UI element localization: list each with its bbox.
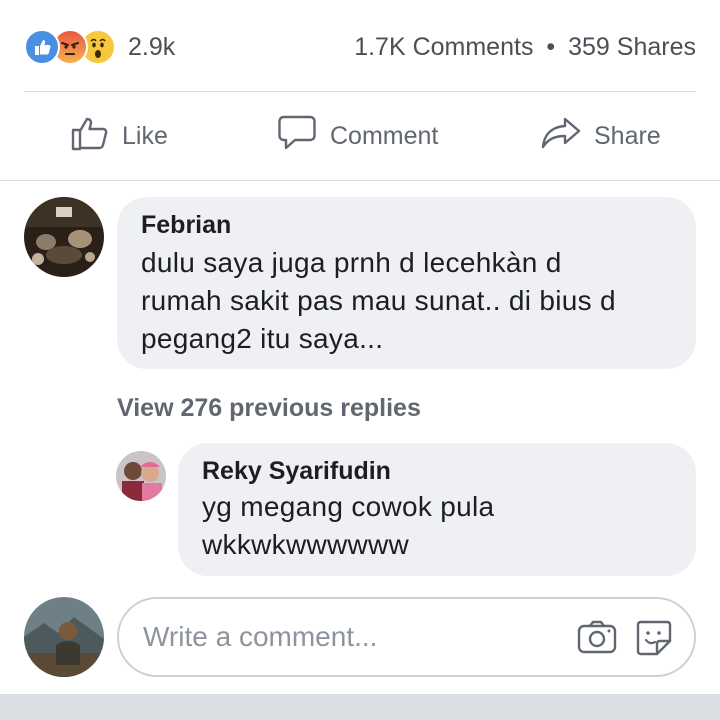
post-stats-bar: 2.9k 1.7K Comments • 359 Shares (0, 0, 720, 92)
sticker-icon[interactable] (635, 619, 673, 662)
separator-dot: • (546, 33, 556, 61)
thumbs-up-icon (70, 113, 122, 160)
comment-bubble-icon (276, 113, 330, 160)
post-action-bar: Like Comment Share (0, 92, 720, 180)
avatar[interactable] (24, 197, 104, 277)
share-button[interactable]: Share (540, 116, 661, 156)
reply-bubble: Reky Syarifudin yg megang cowok pula wkk… (178, 443, 696, 576)
like-reaction-icon (24, 29, 60, 65)
comment-input-placeholder: Write a comment... (143, 621, 378, 652)
share-count[interactable]: 359 Shares (568, 33, 696, 61)
comment-bubble: Febrian dulu saya juga prnh d lecehkàn d… (117, 197, 696, 369)
like-button[interactable]: Like (70, 116, 168, 156)
share-arrow-icon (540, 113, 594, 160)
bottom-separator (0, 694, 720, 720)
comment-button[interactable]: Comment (276, 115, 439, 156)
comment-label: Comment (330, 121, 439, 150)
comment-author[interactable]: Febrian (141, 211, 672, 240)
reaction-count[interactable]: 2.9k (128, 33, 175, 62)
like-label: Like (122, 121, 168, 150)
reply-author[interactable]: Reky Syarifudin (202, 457, 672, 486)
camera-icon[interactable] (577, 619, 617, 660)
divider (0, 180, 720, 181)
reply-text: yg megang cowok pula wkkwkwwwwww (202, 491, 495, 560)
share-label: Share (594, 121, 661, 150)
comment-input[interactable]: Write a comment... (117, 597, 696, 677)
avatar[interactable] (24, 597, 104, 677)
comments-shares-count: 1.7K Comments • 359 Shares (354, 33, 696, 62)
avatar[interactable] (116, 451, 166, 501)
comment-count[interactable]: 1.7K Comments (354, 33, 533, 61)
comment-text: dulu saya juga prnh d lecehkàn d rumah s… (141, 247, 616, 354)
view-previous-replies-link[interactable]: View 276 previous replies (117, 394, 421, 423)
